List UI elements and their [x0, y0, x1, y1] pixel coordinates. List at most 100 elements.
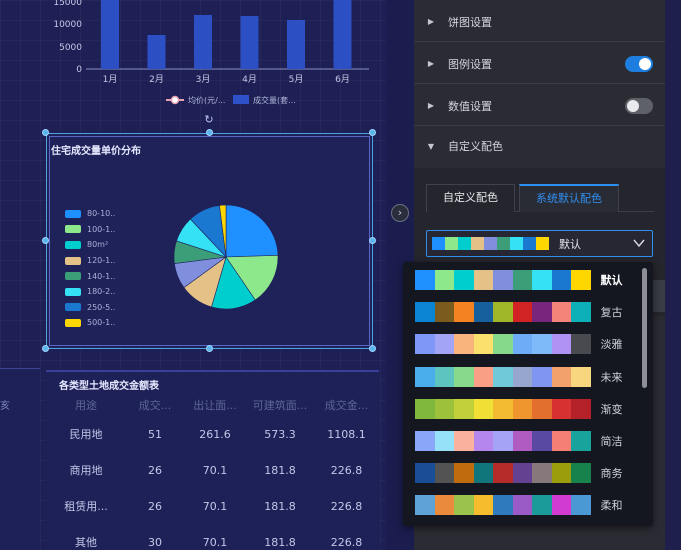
table-cell: 租赁用... [64, 500, 108, 513]
legend-label: 80m² [87, 240, 109, 250]
resize-handle-right[interactable] [369, 237, 376, 244]
table-row: 租赁用... 26 70.1 181.8 226.8 [46, 488, 379, 524]
color-swatch [512, 495, 532, 516]
pie-legend-item[interactable]: 180-2.. [65, 284, 115, 300]
color-swatch [454, 302, 474, 323]
scheme-swatches [415, 334, 591, 355]
y-tick-label: 5000 [59, 43, 82, 53]
color-swatch [571, 334, 591, 355]
color-swatch [532, 495, 552, 516]
section-pie-settings[interactable]: ▶ 饼图设置 [414, 2, 665, 42]
color-scheme-option[interactable]: 柔和 [415, 495, 623, 516]
design-canvas[interactable]: 亥 15000 10000 5000 0 1月 2月 3月 4月 5月 6月 均价(元/... 成交量… [0, 0, 386, 550]
color-swatch [571, 366, 591, 387]
pie-legend-item[interactable]: 100-1.. [65, 222, 115, 238]
collapse-panel-button[interactable]: › [391, 204, 409, 222]
color-swatch [454, 366, 474, 387]
color-scheme-option[interactable]: 渐变 [415, 398, 623, 419]
color-swatch [434, 495, 454, 516]
bar [101, 0, 119, 69]
left-partial-widget[interactable]: 亥 [0, 368, 40, 550]
value-toggle[interactable] [625, 98, 653, 114]
x-tick-label: 5月 [289, 74, 304, 85]
resize-handle-bottom-right[interactable] [369, 345, 376, 352]
legend-label: 成交量(套... [253, 95, 296, 105]
color-scheme-option[interactable]: 商务 [415, 463, 623, 484]
dropdown-scrollbar[interactable] [642, 268, 647, 388]
land-table-widget[interactable]: 各类型土地成交金额表 用途 成交... 出让面... 可建筑面... 成交金..… [46, 370, 379, 550]
color-scheme-option[interactable]: 淡雅 [415, 334, 623, 355]
pie-legend-item[interactable]: 80-10.. [65, 206, 115, 222]
legend-toggle[interactable] [625, 56, 653, 72]
color-scheme-select[interactable]: 默认 [426, 230, 653, 257]
table-cell: 261.6 [199, 427, 231, 441]
legend-label: 180-2.. [87, 287, 116, 297]
selected-scheme-label: 默认 [559, 237, 581, 251]
caret-right-icon: ▶ [427, 59, 435, 68]
resize-handle-left[interactable] [42, 237, 49, 244]
color-swatch [523, 237, 536, 250]
color-swatch [532, 431, 552, 451]
color-swatch [551, 431, 571, 451]
color-swatch [434, 302, 454, 323]
section-legend-settings[interactable]: ▶ 图例设置 [414, 44, 665, 84]
legend-swatch [65, 287, 81, 296]
color-swatch [497, 237, 510, 250]
x-tick-label: 4月 [242, 74, 257, 85]
color-scheme-option[interactable]: 复古 [415, 302, 623, 323]
section-custom-colors[interactable]: ▼ 自定义配色 [414, 126, 665, 166]
color-scheme-option[interactable]: 默认 [415, 270, 623, 290]
legend-line-marker [170, 95, 180, 105]
pie-chart-widget[interactable]: 住宅成交量单价分布 80-10.. 100-1.. 80m² 120-1.. 140-1… [46, 133, 373, 349]
pie-legend-item[interactable]: 80m² [65, 237, 115, 253]
section-value-settings[interactable]: ▶ 数值设置 [414, 86, 665, 126]
color-swatch [415, 270, 435, 290]
color-scheme-option[interactable]: 简洁 [415, 431, 623, 451]
color-swatch [493, 431, 513, 451]
pie-legend-item[interactable]: 250-5.. [65, 300, 115, 316]
color-swatch [532, 270, 552, 290]
scheme-name: 默认 [600, 274, 623, 287]
rotate-handle-icon[interactable]: ↻ [203, 114, 215, 126]
table-header: 出让面... [193, 399, 237, 412]
color-swatch [571, 398, 591, 419]
color-swatch [571, 495, 591, 516]
color-swatch [434, 463, 454, 484]
scheme-swatches [415, 398, 591, 419]
legend-label: 120-1.. [87, 256, 116, 266]
color-swatch [493, 270, 513, 290]
table-cell: 1108.1 [327, 427, 366, 441]
pie-legend-item[interactable]: 140-1.. [65, 268, 115, 284]
selected-scheme-swatches [432, 237, 549, 250]
color-swatch [551, 398, 571, 419]
pie-legend-item[interactable]: 120-1.. [65, 253, 115, 269]
resize-handle-top[interactable] [206, 129, 213, 136]
caret-right-icon: ▶ [427, 17, 435, 26]
tab-system-default-colors[interactable]: 系统默认配色 [519, 184, 619, 212]
table-row: 民用地 51 261.6 573.3 1108.1 [46, 416, 379, 452]
tab-custom-colors[interactable]: 自定义配色 [426, 184, 515, 212]
resize-handle-top-left[interactable] [42, 129, 49, 136]
color-scheme-option[interactable]: 未来 [415, 366, 623, 387]
resize-handle-top-right[interactable] [369, 129, 376, 136]
color-swatch [551, 302, 571, 323]
color-swatch [473, 398, 493, 419]
scheme-name: 商务 [600, 467, 623, 481]
bar-chart: 15000 10000 5000 0 1月 2月 3月 4月 5月 6月均价(元/... 成交量(套… [53, 0, 369, 105]
bar-chart-widget[interactable]: 15000 10000 5000 0 1月 2月 3月 4月 5月 6月 均价(元/... 成交量(套… [44, 0, 374, 112]
resize-handle-bottom-left[interactable] [42, 345, 49, 352]
pie-legend-item[interactable]: 500-1.. [65, 315, 115, 331]
resize-handle-bottom[interactable] [206, 345, 213, 352]
color-swatch [493, 334, 513, 355]
color-swatch [415, 366, 435, 387]
table-cell: 181.8 [264, 535, 296, 549]
color-swatch [571, 463, 591, 484]
scheme-swatches [415, 463, 591, 484]
color-swatch [532, 334, 552, 355]
color-swatch [473, 270, 493, 290]
scheme-swatches [415, 302, 591, 323]
scheme-name: 未来 [600, 370, 623, 384]
legend-label: 500-1.. [87, 318, 116, 328]
scheme-swatches [415, 270, 591, 290]
caret-down-icon: ▼ [427, 141, 435, 151]
